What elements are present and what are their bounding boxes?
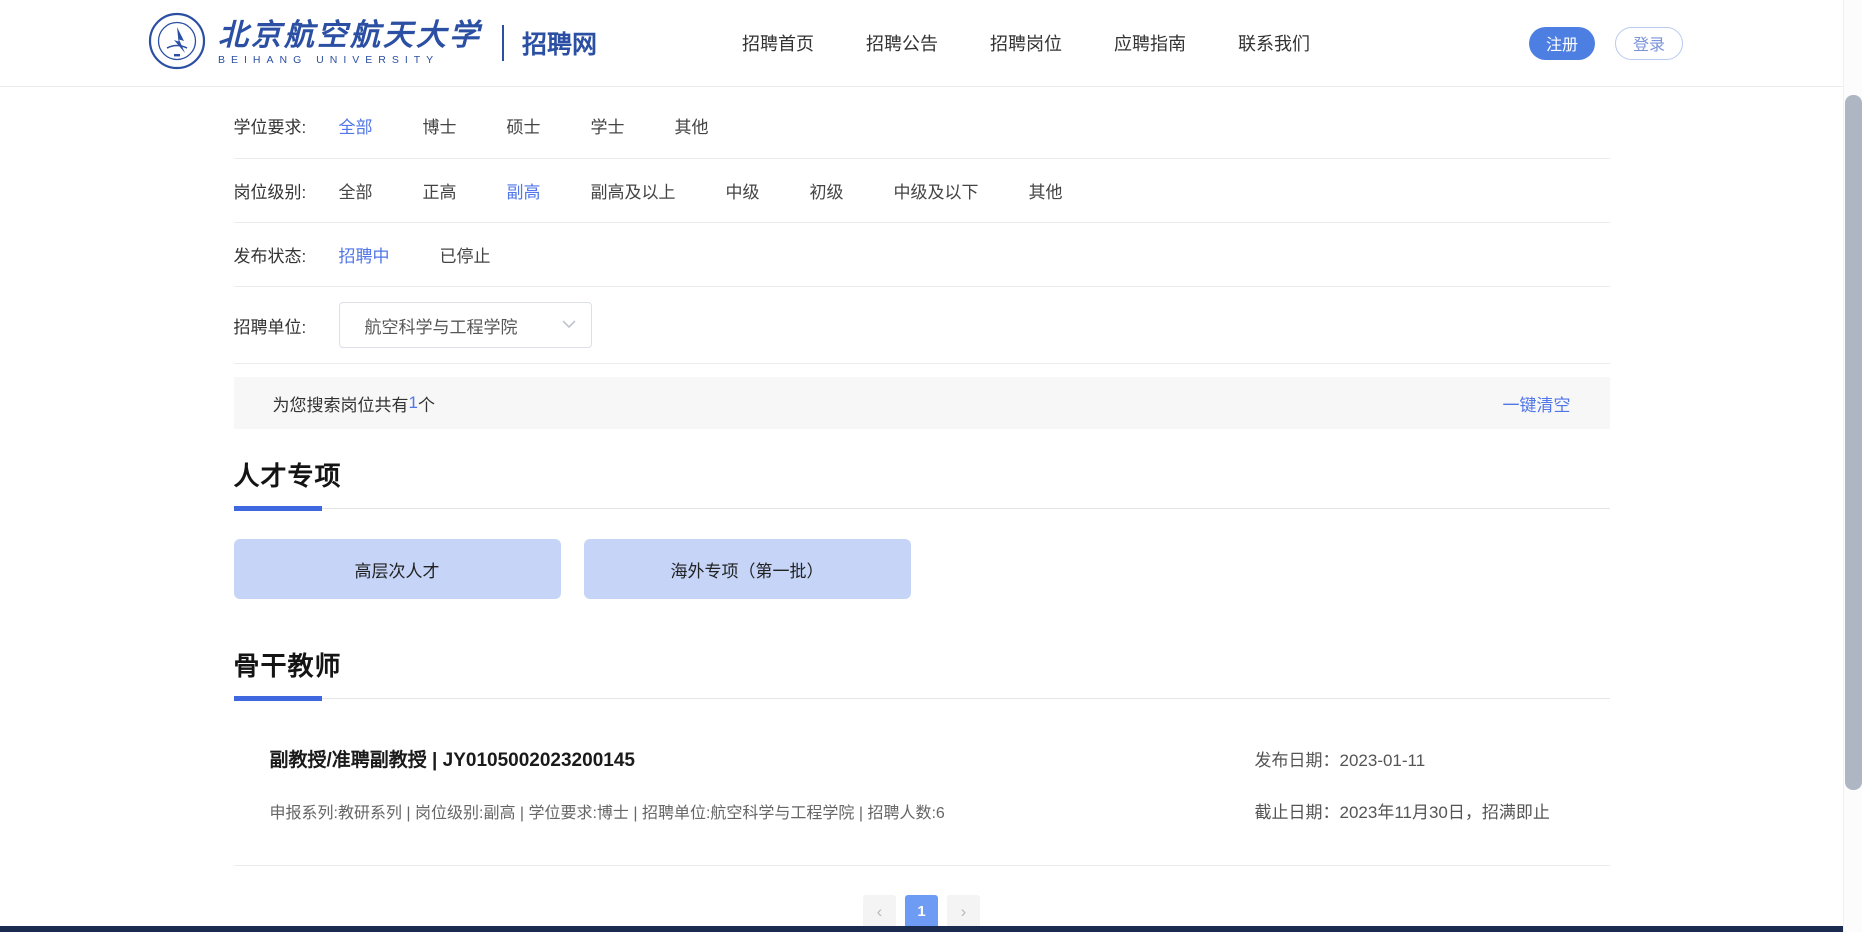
talent-section-underline [234, 506, 1610, 511]
job-listing-item[interactable]: 副教授/准聘副教授 | JY0105002023200145 发布日期：2023… [234, 701, 1610, 866]
filter-row-degree: 学位要求: 全部 博士 硕士 学士 其他 [234, 87, 1610, 159]
job-publish-date: 发布日期：2023-01-11 [1255, 746, 1610, 771]
chevron-left-icon: ‹ [877, 902, 883, 921]
level-option[interactable]: 中级 [726, 178, 760, 203]
header: 北京航空航天大学 BEIHANG UNIVERSITY 招聘网 招聘首页 招聘公告… [0, 0, 1843, 87]
degree-option[interactable]: 硕士 [507, 113, 541, 138]
level-option[interactable]: 中级及以下 [894, 178, 979, 203]
university-seal-icon [148, 12, 206, 75]
job-deadline-date: 截止日期：2023年11月30日，招满即止 [1255, 798, 1610, 823]
clear-filters-link[interactable]: 一键清空 [1503, 391, 1571, 416]
next-page-button[interactable]: › [947, 895, 980, 928]
degree-filter-label: 学位要求: [234, 113, 339, 138]
talent-category-button[interactable]: 海外专项（第一批） [584, 539, 911, 599]
chevron-down-icon [562, 316, 576, 334]
status-filter-options: 招聘中 已停止 [339, 242, 491, 267]
result-text-suffix: 个 [418, 391, 435, 416]
degree-option[interactable]: 其他 [675, 113, 709, 138]
nav-item[interactable]: 招聘首页 [742, 30, 814, 56]
login-button[interactable]: 登录 [1615, 27, 1683, 60]
deadline-date-label: 截止日期： [1255, 803, 1340, 822]
job-meta: 申报系列:教研系列 | 岗位级别:副高 | 学位要求:博士 | 招聘单位:航空科… [270, 799, 945, 823]
talent-buttons: 高层次人才海外专项（第一批） [234, 539, 1610, 599]
main-content: 学位要求: 全部博士硕士学士其他 岗位级别: 全部正高副高副高及以上中级初级中级… [234, 87, 1610, 928]
page-number-button[interactable]: 1 [905, 895, 938, 928]
level-option[interactable]: 副高 [507, 178, 541, 203]
degree-filter-options: 全部 博士 硕士 学士 其他 [339, 113, 709, 138]
degree-option[interactable]: 全部 [339, 113, 373, 138]
deadline-date-value: 2023年11月30日，招满即止 [1340, 803, 1550, 822]
teachers-section-title: 骨干教师 [234, 646, 1610, 683]
brand-names: 北京航空航天大学 BEIHANG UNIVERSITY [218, 20, 482, 67]
status-option[interactable]: 已停止 [440, 242, 491, 267]
chevron-right-icon: › [961, 902, 967, 921]
teachers-section-underline [234, 696, 1610, 701]
publish-date-value: 2023-01-11 [1340, 751, 1426, 770]
register-button[interactable]: 注册 [1529, 27, 1595, 60]
nav-item[interactable]: 招聘公告 [866, 30, 938, 56]
talent-section-header: 人才专项 [234, 456, 1610, 511]
result-bar: 为您搜索岗位共有1个 一键清空 [234, 377, 1610, 429]
nav-item[interactable]: 联系我们 [1238, 30, 1310, 56]
level-option[interactable]: 其他 [1029, 178, 1063, 203]
filter-row-unit: 招聘单位: 航空科学与工程学院 [234, 287, 1610, 364]
degree-option[interactable]: 学士 [591, 113, 625, 138]
scrollbar-thumb[interactable] [1845, 95, 1862, 790]
level-filter-options: 全部 正高 副高 副高及以上 中级 初级 中级及以下 其他 [339, 178, 1063, 203]
job-title[interactable]: 副教授/准聘副教授 | JY0105002023200145 [270, 745, 635, 772]
level-option[interactable]: 全部 [339, 178, 373, 203]
scrollbar [1843, 0, 1862, 932]
nav-item[interactable]: 招聘岗位 [990, 30, 1062, 56]
main-nav: 招聘首页 招聘公告 招聘岗位 应聘指南 联系我们 [742, 30, 1310, 56]
result-text-prefix: 为您搜索岗位共有 [273, 391, 409, 416]
result-count: 1 [409, 393, 418, 413]
status-option[interactable]: 招聘中 [339, 242, 390, 267]
nav-item[interactable]: 应聘指南 [1114, 30, 1186, 56]
page: 北京航空航天大学 BEIHANG UNIVERSITY 招聘网 招聘首页 招聘公告… [0, 0, 1843, 928]
unit-select-value: 航空科学与工程学院 [365, 313, 554, 338]
talent-category-button[interactable]: 高层次人才 [234, 539, 561, 599]
level-option[interactable]: 副高及以上 [591, 178, 676, 203]
pagination: ‹ 1 › [234, 895, 1610, 928]
level-option[interactable]: 正高 [423, 178, 457, 203]
unit-filter-label: 招聘单位: [234, 313, 339, 338]
degree-option[interactable]: 博士 [423, 113, 457, 138]
level-option[interactable]: 初级 [810, 178, 844, 203]
footer-bar [0, 926, 1862, 932]
status-filter-label: 发布状态: [234, 242, 339, 267]
publish-date-label: 发布日期： [1255, 751, 1340, 770]
filter-row-level: 岗位级别: 全部 正高 副高 副高及以上 中级 初级 中级及以下 其他 [234, 159, 1610, 223]
brand[interactable]: 北京航空航天大学 BEIHANG UNIVERSITY 招聘网 [148, 12, 597, 75]
unit-select[interactable]: 航空科学与工程学院 [339, 302, 592, 348]
brand-divider [502, 25, 504, 61]
talent-section-title: 人才专项 [234, 456, 1610, 493]
teachers-section-header: 骨干教师 [234, 646, 1610, 701]
auth-buttons: 注册 登录 [1529, 27, 1683, 60]
site-name: 招聘网 [522, 25, 597, 61]
university-name-en: BEIHANG UNIVERSITY [218, 54, 482, 66]
filter-row-status: 发布状态: 招聘中 已停止 [234, 223, 1610, 287]
prev-page-button[interactable]: ‹ [863, 895, 896, 928]
level-filter-label: 岗位级别: [234, 178, 339, 203]
university-name-cn: 北京航空航天大学 [218, 20, 482, 52]
